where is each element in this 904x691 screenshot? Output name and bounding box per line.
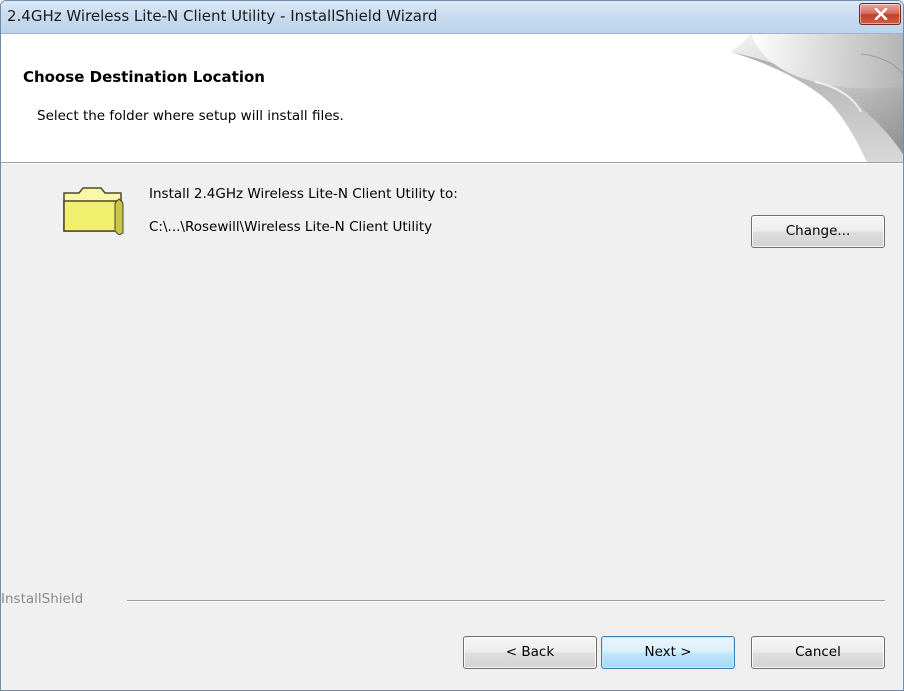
installshield-brand: InstallShield xyxy=(1,591,84,607)
wizard-header: Choose Destination Location Select the f… xyxy=(1,34,903,163)
close-icon xyxy=(874,8,888,20)
installshield-separator: InstallShield xyxy=(1,587,903,613)
page-curl-icon xyxy=(731,34,903,162)
wizard-content: Install 2.4GHz Wireless Lite-N Client Ut… xyxy=(1,163,903,690)
cancel-button[interactable]: Cancel xyxy=(751,636,885,669)
destination-path: C:\...\Rosewill\Wireless Lite-N Client U… xyxy=(149,219,433,235)
header-subtitle: Select the folder where setup will insta… xyxy=(37,108,344,124)
header-title: Choose Destination Location xyxy=(23,68,265,86)
window-title: 2.4GHz Wireless Lite-N Client Utility - … xyxy=(7,7,438,25)
destination-label: Install 2.4GHz Wireless Lite-N Client Ut… xyxy=(149,186,458,202)
title-bar[interactable]: 2.4GHz Wireless Lite-N Client Utility - … xyxy=(1,1,903,34)
close-button[interactable] xyxy=(859,3,901,25)
separator-line xyxy=(127,600,885,602)
installer-window: 2.4GHz Wireless Lite-N Client Utility - … xyxy=(0,0,904,691)
change-button[interactable]: Change... xyxy=(751,215,885,248)
back-button[interactable]: < Back xyxy=(463,636,597,669)
next-button[interactable]: Next > xyxy=(601,636,735,669)
folder-icon xyxy=(63,187,124,235)
